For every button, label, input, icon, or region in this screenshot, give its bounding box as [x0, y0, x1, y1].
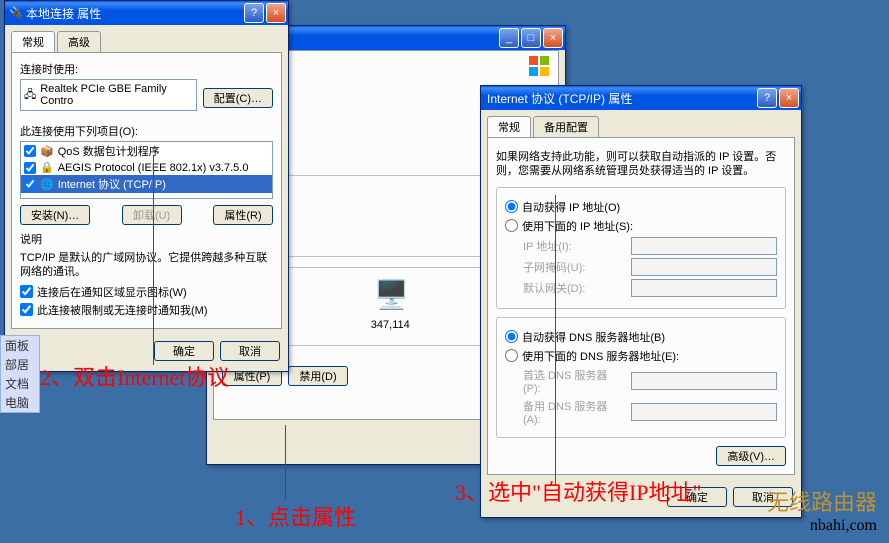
item-label: QoS 数据包计划程序: [58, 143, 160, 159]
lan-props-window: 🔌 本地连接 属性 ? × 常规 高级 连接时使用: 🖧 Realtek PCI…: [4, 0, 289, 372]
lan-titlebar: 🔌 本地连接 属性 ? ×: [5, 1, 288, 25]
dns2-label: 备用 DNS 服务器(A):: [523, 398, 623, 426]
aegis-icon: 🔒: [40, 161, 54, 174]
sidebar-item[interactable]: 电脑: [1, 393, 39, 412]
help-icon[interactable]: ?: [244, 3, 264, 23]
install-button[interactable]: 安装(N)…: [20, 205, 90, 225]
manual-dns-label: 使用下面的 DNS 服务器地址(E):: [522, 348, 679, 364]
nic-name: Realtek PCIe GBE Family Contro: [40, 83, 192, 107]
xp-flag-icon: [528, 55, 550, 77]
item-checkbox[interactable]: [24, 145, 36, 157]
mask-label: 子网掩码(U):: [523, 259, 623, 275]
show-icon-checkbox[interactable]: [20, 285, 33, 298]
manual-ip-label: 使用下面的 IP 地址(S):: [522, 218, 633, 234]
tcpip-desc: 如果网络支持此功能，则可以获取自动指派的 IP 设置。否则，您需要从网络系统管理…: [496, 150, 786, 179]
packets-sent: 347,114: [371, 319, 410, 335]
dns2-input: [631, 403, 777, 421]
gw-label: 默认网关(D):: [523, 280, 623, 296]
lan-title: 本地连接 属性: [24, 5, 244, 22]
tab-advanced[interactable]: 高级: [57, 31, 101, 52]
close-icon[interactable]: ×: [266, 3, 286, 23]
tab-general[interactable]: 常规: [487, 116, 531, 137]
ip-input: [631, 237, 777, 255]
tcpip-titlebar: Internet 协议 (TCP/IP) 属性 ? ×: [481, 86, 801, 110]
sidebar-item[interactable]: 文档: [1, 374, 39, 393]
network-icon: 🖥️: [374, 278, 409, 311]
dns1-input: [631, 372, 777, 390]
configure-button[interactable]: 配置(C)…: [203, 88, 273, 108]
tcpip-icon: 🌐: [40, 178, 54, 191]
list-item[interactable]: 🔒 AEGIS Protocol (IEEE 802.1x) v3.7.5.0: [21, 160, 272, 175]
watermark: 无线路由器 nbahi,com: [767, 485, 877, 535]
minimize-icon[interactable]: _: [499, 28, 519, 48]
components-list[interactable]: 📦 QoS 数据包计划程序 🔒 AEGIS Protocol (IEEE 802.1…: [20, 141, 273, 199]
show-icon-label: 连接后在通知区域显示图标(W): [37, 284, 187, 300]
manual-ip-radio[interactable]: [505, 219, 518, 232]
advanced-button[interactable]: 高级(V)…: [716, 446, 786, 466]
status-disable-button[interactable]: 禁用(D): [288, 366, 348, 386]
tab-general[interactable]: 常规: [11, 31, 55, 52]
ip-label: IP 地址(I):: [523, 238, 623, 254]
auto-dns-label: 自动获得 DNS 服务器地址(B): [522, 329, 665, 345]
annotation-1: 1、点击属性: [235, 500, 356, 532]
sidebar: 面板 部居 文档 电脑: [0, 335, 40, 413]
items-label: 此连接使用下列项目(O):: [20, 123, 273, 139]
auto-ip-label: 自动获得 IP 地址(O): [522, 199, 620, 215]
gw-input: [631, 279, 777, 297]
manual-dns-radio[interactable]: [505, 349, 518, 362]
dns1-label: 首选 DNS 服务器(P):: [523, 367, 623, 395]
network-icon: 🔌: [9, 6, 24, 20]
auto-dns-radio[interactable]: [505, 330, 518, 343]
ok-button[interactable]: 确定: [667, 487, 727, 507]
nic-icon: 🖧: [24, 86, 36, 105]
item-label: Internet 协议 (TCP/IP): [58, 176, 166, 192]
list-item-tcpip[interactable]: 🌐 Internet 协议 (TCP/IP): [21, 175, 272, 193]
watermark-line2: nbahi,com: [767, 517, 877, 535]
notify-checkbox[interactable]: [20, 303, 33, 316]
help-icon[interactable]: ?: [757, 88, 777, 108]
item-label: AEGIS Protocol (IEEE 802.1x) v3.7.5.0: [58, 162, 249, 174]
item-checkbox[interactable]: [24, 178, 36, 190]
desc-text: TCP/IP 是默认的广域网协议。它提供跨越多种互联网络的通讯。: [20, 251, 273, 280]
qos-icon: 📦: [40, 145, 54, 158]
uninstall-button[interactable]: 卸载(U): [122, 205, 182, 225]
tab-alternate[interactable]: 备用配置: [533, 116, 599, 137]
item-checkbox[interactable]: [24, 162, 36, 174]
sidebar-item[interactable]: 部居: [1, 355, 39, 374]
connect-using-label: 连接时使用:: [20, 61, 273, 77]
sidebar-item[interactable]: 面板: [1, 336, 39, 355]
mask-input: [631, 258, 777, 276]
lan-props-button[interactable]: 属性(R): [213, 205, 273, 225]
close-icon[interactable]: ×: [779, 88, 799, 108]
auto-ip-radio[interactable]: [505, 200, 518, 213]
notify-label: 此连接被限制或无连接时通知我(M): [37, 302, 208, 318]
close-icon[interactable]: ×: [543, 28, 563, 48]
list-item[interactable]: 📦 QoS 数据包计划程序: [21, 142, 272, 160]
watermark-line1: 无线路由器: [767, 485, 877, 517]
tcpip-window: Internet 协议 (TCP/IP) 属性 ? × 常规 备用配置 如果网络…: [480, 85, 802, 518]
tcpip-title: Internet 协议 (TCP/IP) 属性: [485, 90, 757, 107]
ok-button[interactable]: 确定: [154, 341, 214, 361]
maximize-icon[interactable]: □: [521, 28, 541, 48]
desc-head: 说明: [20, 231, 273, 247]
cancel-button[interactable]: 取消: [220, 341, 280, 361]
